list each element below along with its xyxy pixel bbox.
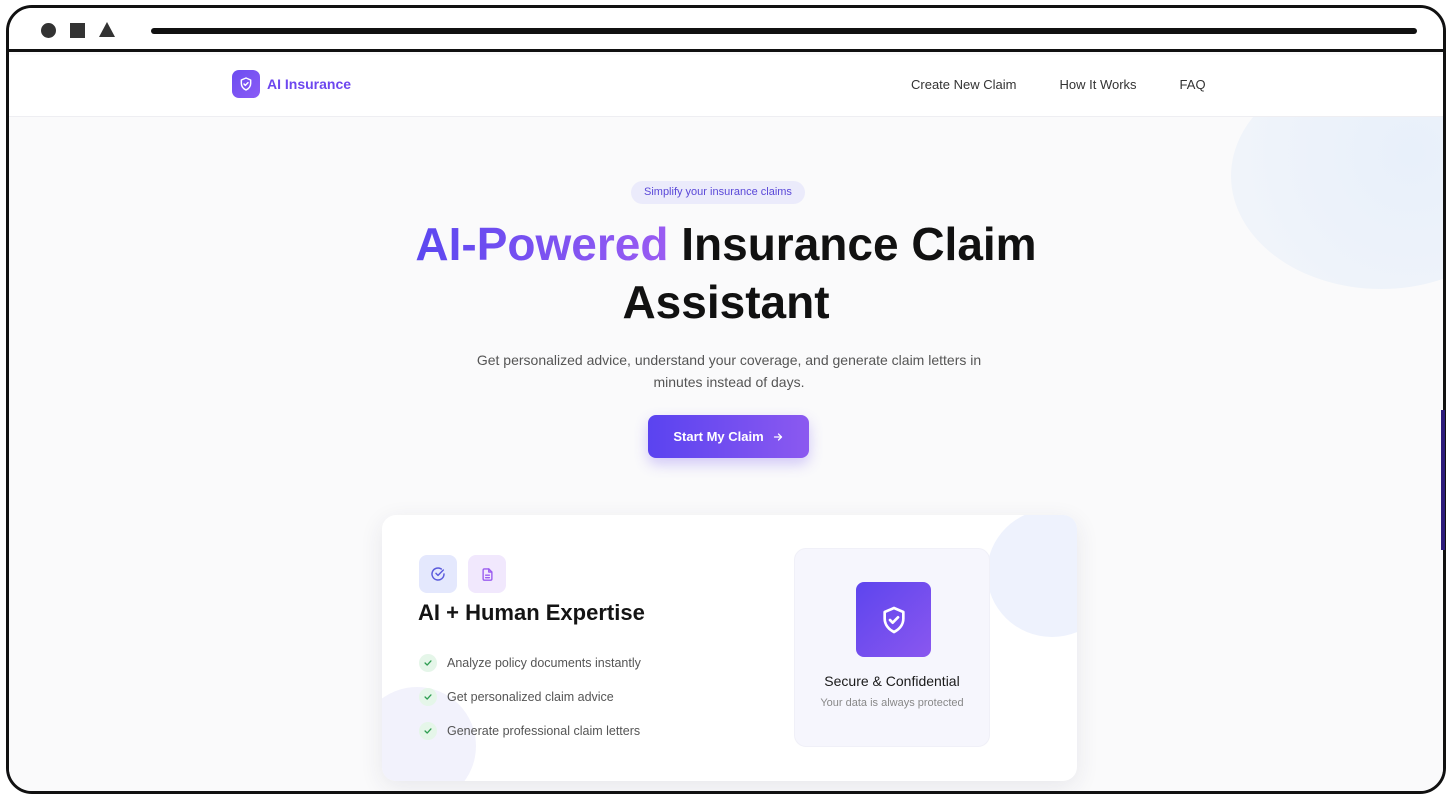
start-my-claim-button[interactable]: Start My Claim [648, 415, 809, 458]
secure-panel: Secure & Confidential Your data is alway… [794, 548, 990, 747]
list-item: Generate professional claim letters [419, 714, 641, 748]
start-my-claim-label: Start My Claim [673, 429, 764, 444]
window-triangle-control-icon[interactable] [99, 22, 115, 37]
hero-tagline-pill: Simplify your insurance claims [631, 181, 805, 204]
browser-window: AI Insurance Create New Claim How It Wor… [6, 5, 1446, 794]
document-icon [468, 555, 506, 593]
arrow-right-icon [773, 432, 782, 441]
browser-titlebar [9, 8, 1443, 52]
decorative-blob [987, 515, 1077, 637]
feature-text: Generate professional claim letters [447, 724, 641, 738]
page-content: AI Insurance Create New Claim How It Wor… [9, 55, 1443, 791]
secure-subtitle: Your data is always protected [820, 697, 964, 709]
shield-check-icon [856, 582, 931, 657]
checkmark-icon [419, 722, 437, 740]
feature-list: Analyze policy documents instantly Get p… [419, 646, 641, 748]
brand-logo[interactable]: AI Insurance [232, 70, 351, 98]
headline-line2: Assistant [622, 276, 830, 328]
window-square-control-icon[interactable] [70, 23, 85, 38]
check-circle-icon [419, 555, 457, 593]
nav-links: Create New Claim How It Works FAQ [911, 77, 1206, 92]
nav-how-it-works[interactable]: How It Works [1059, 77, 1136, 92]
window-circle-control-icon[interactable] [41, 23, 56, 38]
feature-text: Get personalized claim advice [447, 690, 614, 704]
card-title: AI + Human Expertise [418, 600, 645, 625]
secure-title: Secure & Confidential [824, 673, 960, 689]
nav-faq[interactable]: FAQ [1180, 77, 1206, 92]
address-bar[interactable] [151, 28, 1417, 34]
hero-subheading: Get personalized advice, understand your… [476, 352, 982, 390]
list-item: Analyze policy documents instantly [419, 646, 641, 680]
top-navbar: AI Insurance Create New Claim How It Wor… [9, 55, 1443, 117]
shield-check-icon [232, 70, 260, 98]
feature-card: AI + Human Expertise Analyze policy docu… [382, 515, 1077, 781]
edge-scroll-indicator [1441, 410, 1445, 550]
headline-accent: AI-Powered [415, 218, 669, 270]
nav-create-new-claim[interactable]: Create New Claim [911, 77, 1016, 92]
checkmark-icon [419, 654, 437, 672]
headline-rest: Insurance Claim [668, 218, 1037, 270]
checkmark-icon [419, 688, 437, 706]
page-title: AI-Powered Insurance Claim Assistant [9, 215, 1443, 331]
feature-text: Analyze policy documents instantly [447, 656, 641, 670]
list-item: Get personalized claim advice [419, 680, 641, 714]
brand-name: AI Insurance [267, 76, 352, 92]
